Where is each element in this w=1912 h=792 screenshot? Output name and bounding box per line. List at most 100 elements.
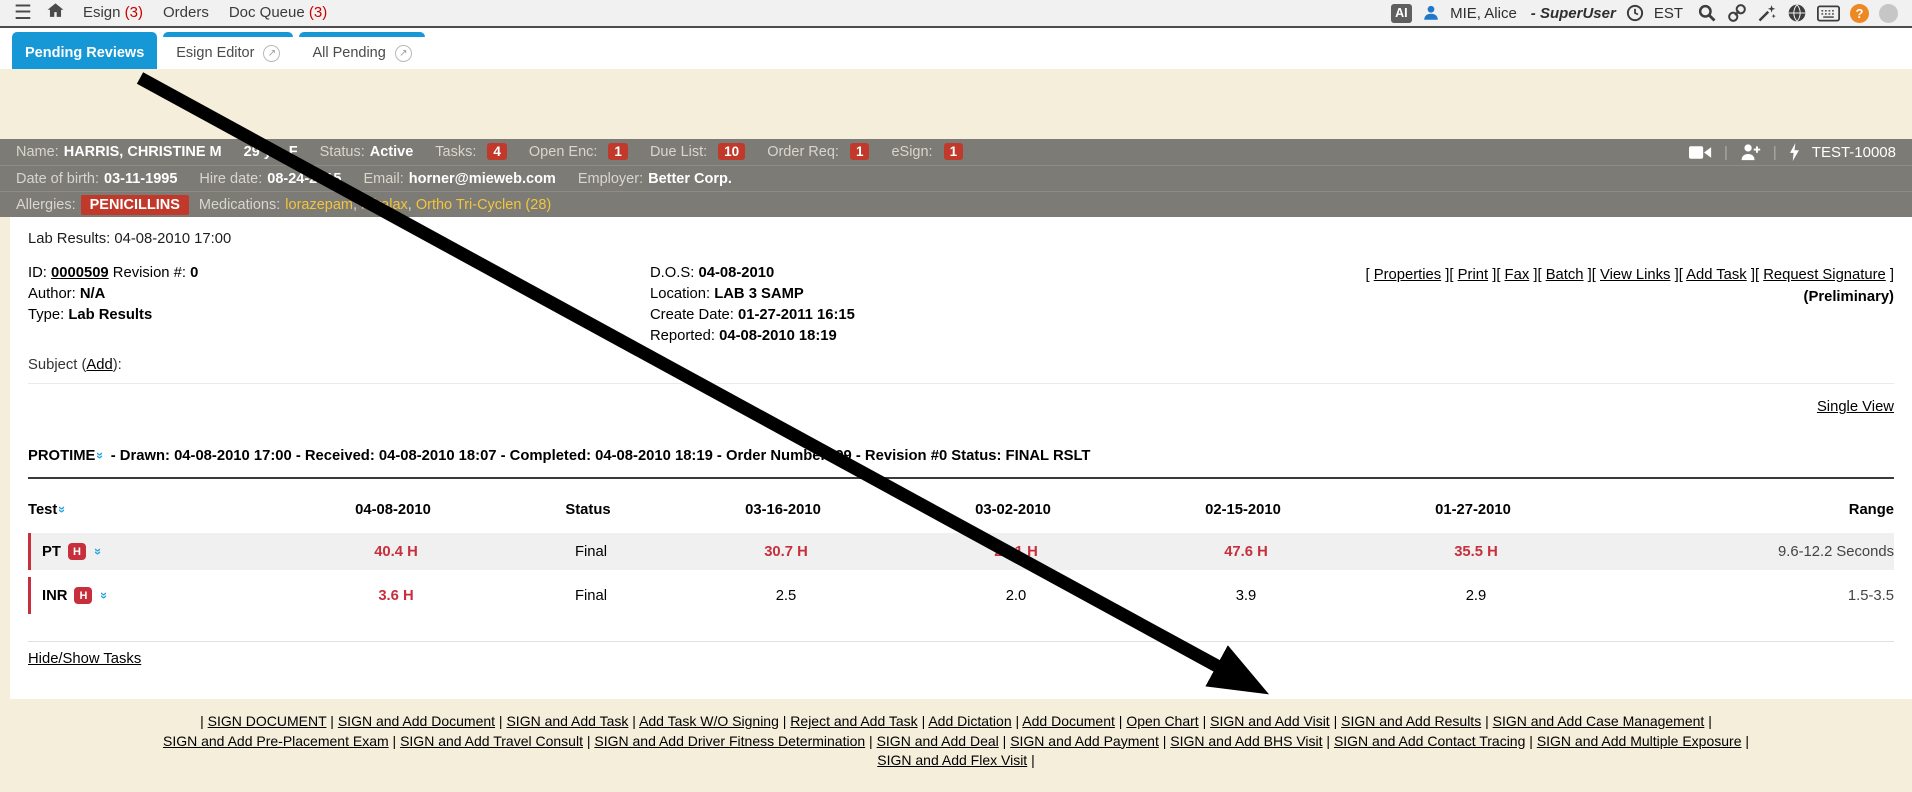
high-flag-badge: H (74, 587, 92, 604)
menu-count: (3) (309, 4, 327, 21)
footer-link-sign-and-add-flex-visit[interactable]: SIGN and Add Flex Visit (877, 752, 1027, 768)
column-header-status: Status (508, 502, 668, 518)
counter-badge-order-req[interactable]: 1 (850, 143, 870, 160)
clock-icon[interactable] (1626, 4, 1644, 22)
tab-pending-reviews[interactable]: Pending Reviews (12, 32, 157, 69)
search-icon[interactable] (1697, 3, 1717, 23)
link-icon[interactable] (1727, 3, 1747, 23)
footer-link-sign-and-add-pre-placement-exam[interactable]: SIGN and Add Pre-Placement Exam (163, 733, 389, 749)
footer-link-sign-and-add-contact-tracing[interactable]: SIGN and Add Contact Tracing (1334, 733, 1525, 749)
column-header-range: Range (1588, 502, 1894, 518)
external-link-icon[interactable]: ↗ (263, 45, 280, 62)
menu-item-doc-queue[interactable]: Doc Queue (3) (229, 4, 327, 21)
ai-badge[interactable]: AI (1391, 4, 1413, 23)
footer-link-sign-and-add-document[interactable]: SIGN and Add Document (338, 713, 495, 729)
footer-link-sign-and-add-task[interactable]: SIGN and Add Task (506, 713, 628, 729)
counter-badge-esign[interactable]: 1 (944, 143, 964, 160)
chevron-down-icon[interactable]: » (94, 452, 109, 459)
test-name[interactable]: INR (42, 588, 67, 604)
chevron-down-icon[interactable]: » (98, 592, 113, 599)
menu-item-esign[interactable]: Esign (3) (83, 4, 143, 21)
footer-link-sign-and-add-driver-fitness-determination[interactable]: SIGN and Add Driver Fitness Determinatio… (594, 733, 865, 749)
test-name[interactable]: PT (42, 544, 61, 560)
globe-icon[interactable] (1787, 3, 1807, 23)
external-link-icon[interactable]: ↗ (395, 45, 412, 62)
footer-link-sign-and-add-visit[interactable]: SIGN and Add Visit (1210, 713, 1330, 729)
video-camera-icon[interactable] (1689, 145, 1712, 160)
counter-badge-open-enc[interactable]: 1 (608, 143, 628, 160)
add-person-icon[interactable] (1740, 143, 1761, 161)
action-link-properties[interactable]: Properties (1374, 267, 1441, 283)
tab-bar: Pending ReviewsEsign Editor↗All Pending↗ (0, 28, 1912, 69)
doc-revision-label: Revision #: (113, 265, 186, 281)
doc-type: Lab Results (68, 307, 152, 323)
wand-icon[interactable] (1757, 3, 1777, 23)
footer-link-reject-and-add-task[interactable]: Reject and Add Task (790, 713, 917, 729)
allergy-badge[interactable]: PENICILLINS (81, 195, 189, 215)
footer-links-row-3: SIGN and Add Flex Visit | (0, 751, 1912, 771)
allergies-label: Allergies: (16, 197, 76, 213)
double-rule (28, 477, 1894, 479)
high-flag-badge: H (68, 543, 86, 560)
timezone-label: EST (1654, 5, 1683, 22)
result-value: 3.9 (1131, 588, 1361, 604)
chevron-down-icon[interactable]: » (91, 548, 106, 555)
footer-link-sign-and-add-deal[interactable]: SIGN and Add Deal (877, 733, 999, 749)
chart-id[interactable]: TEST-10008 (1812, 144, 1896, 161)
avatar[interactable] (1879, 4, 1898, 23)
subject-add-link[interactable]: Add (86, 357, 112, 373)
result-value: 2.0 (901, 588, 1131, 604)
help-icon[interactable]: ? (1850, 4, 1869, 23)
footer-link-sign-and-add-case-management[interactable]: SIGN and Add Case Management (1493, 713, 1705, 729)
results-table-header: Test»04-08-2010Status03-16-201003-02-201… (28, 496, 1894, 533)
medication-link[interactable]: Miralax (361, 197, 408, 213)
hamburger-menu-icon[interactable]: ☰ (14, 3, 32, 23)
footer-link-sign-and-add-results[interactable]: SIGN and Add Results (1341, 713, 1481, 729)
footer-link-open-chart[interactable]: Open Chart (1126, 713, 1198, 729)
footer-link-sign-and-add-multiple-exposure[interactable]: SIGN and Add Multiple Exposure (1537, 733, 1742, 749)
column-header-03-16-2010: 03-16-2010 (668, 502, 898, 518)
action-link-print[interactable]: Print (1458, 267, 1488, 283)
action-link-add-task[interactable]: Add Task (1686, 267, 1747, 283)
action-link-request-signature[interactable]: Request Signature (1763, 267, 1886, 283)
medications-label: Medications: (199, 197, 280, 213)
keyboard-icon[interactable] (1817, 5, 1840, 22)
test-name-cell: PT H » (31, 543, 281, 560)
action-link-fax[interactable]: Fax (1505, 267, 1530, 283)
counter-badge-due-list[interactable]: 10 (718, 143, 745, 160)
single-view-link[interactable]: Single View (1817, 399, 1894, 415)
doc-id-link[interactable]: 0000509 (51, 265, 109, 281)
doc-action-links: [ Properties ][ Print ][ Fax ][ Batch ][… (1365, 265, 1894, 286)
column-header-01-27-2010: 01-27-2010 (1358, 502, 1588, 518)
menu-item-orders[interactable]: Orders (163, 4, 209, 21)
footer-link-sign-and-add-travel-consult[interactable]: SIGN and Add Travel Consult (400, 733, 583, 749)
home-button[interactable] (46, 1, 65, 25)
result-value: 3.6 H (281, 588, 511, 604)
doc-create-date: 01-27-2011 16:15 (738, 307, 855, 323)
page-background-gap (0, 69, 1912, 139)
divider (28, 641, 1894, 642)
hide-show-tasks-link[interactable]: Hide/Show Tasks (28, 651, 141, 667)
tab-all-pending[interactable]: All Pending↗ (299, 32, 424, 69)
counter-badge-tasks[interactable]: 4 (487, 143, 507, 160)
tab-esign-editor[interactable]: Esign Editor ↗ (163, 32, 293, 69)
action-link-view-links[interactable]: View Links (1600, 267, 1670, 283)
patient-email[interactable]: horner@mieweb.com (409, 171, 556, 187)
chevron-down-icon[interactable]: » (55, 506, 70, 513)
lightning-bolt-icon[interactable] (1789, 143, 1800, 161)
medication-link[interactable]: Ortho Tri-Cyclen (28) (416, 197, 551, 213)
footer-link-sign-and-add-payment[interactable]: SIGN and Add Payment (1010, 733, 1159, 749)
footer-link-sign-document[interactable]: SIGN DOCUMENT (208, 713, 327, 729)
employer-label: Employer: (578, 171, 643, 187)
user-name[interactable]: MIE, Alice (1450, 5, 1517, 22)
action-link-batch[interactable]: Batch (1546, 267, 1584, 283)
footer-link-sign-and-add-bhs-visit[interactable]: SIGN and Add BHS Visit (1170, 733, 1322, 749)
hire-date-label: Hire date: (199, 171, 262, 187)
medication-link[interactable]: lorazepam (285, 197, 353, 213)
subject-line: Subject (Add): (28, 357, 1894, 373)
footer-link-add-document[interactable]: Add Document (1022, 713, 1115, 729)
footer-link-add-dictation[interactable]: Add Dictation (928, 713, 1011, 729)
footer-link-add-task-w-o-signing[interactable]: Add Task W/O Signing (639, 713, 779, 729)
patient-name[interactable]: HARRIS, CHRISTINE M (64, 144, 222, 160)
tab-label: Esign Editor (176, 45, 254, 61)
